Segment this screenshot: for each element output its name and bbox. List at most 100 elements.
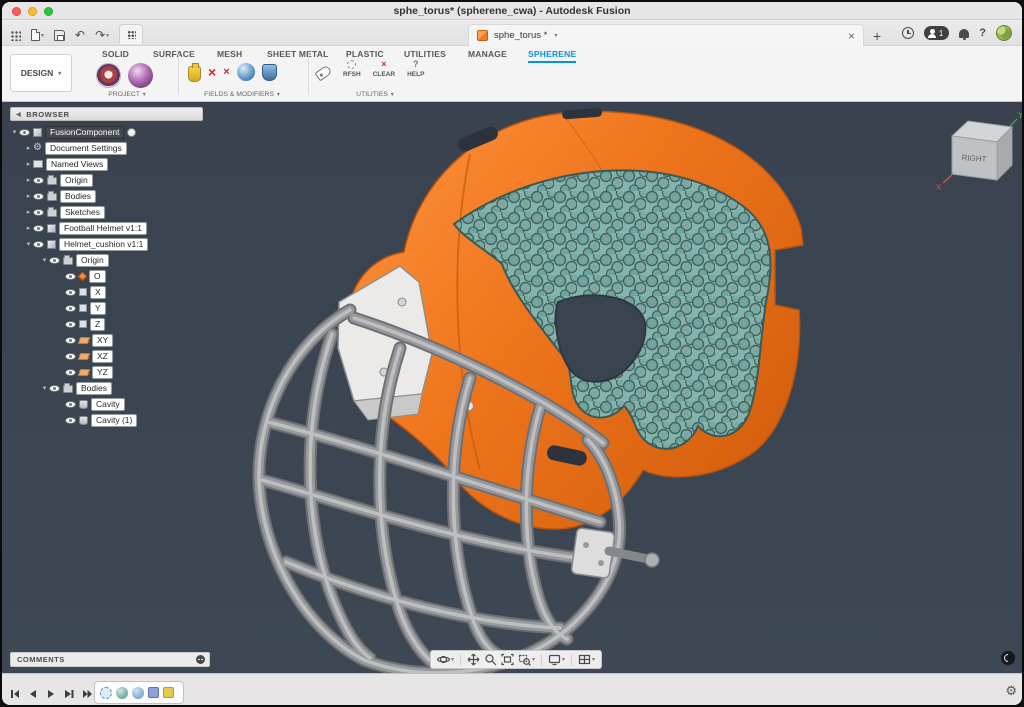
expand-icon[interactable]: ▾ bbox=[40, 256, 49, 264]
visibility-eye-icon[interactable] bbox=[65, 289, 76, 296]
visibility-eye-icon[interactable] bbox=[65, 337, 76, 344]
browser-item-label[interactable]: Y bbox=[90, 302, 106, 315]
step-forward-icon[interactable] bbox=[64, 686, 74, 704]
browser-item-label[interactable]: Bodies bbox=[76, 382, 112, 395]
orbit-icon[interactable]: ▾ bbox=[437, 653, 454, 666]
visibility-eye-icon[interactable] bbox=[49, 385, 60, 392]
document-tab[interactable]: sphe_torus * ▾ × bbox=[468, 24, 864, 46]
timeline-settings-gear-icon[interactable]: ⚙ bbox=[1005, 684, 1017, 698]
browser-item-origin-point[interactable]: O bbox=[6, 268, 148, 284]
zoom-window-icon[interactable]: ▾ bbox=[518, 653, 535, 666]
expand-icon[interactable]: ▸ bbox=[24, 208, 33, 216]
browser-item-label[interactable]: Z bbox=[90, 318, 105, 331]
collapse-browser-icon[interactable]: ◀ bbox=[16, 111, 21, 118]
visibility-eye-icon[interactable] bbox=[65, 353, 76, 360]
browser-item-label[interactable]: Named Views bbox=[46, 158, 108, 171]
play-icon[interactable] bbox=[46, 686, 56, 704]
expand-icon[interactable]: ▸ bbox=[24, 224, 33, 232]
visibility-eye-icon[interactable] bbox=[33, 177, 44, 184]
visibility-eye-icon[interactable] bbox=[65, 401, 76, 408]
pan-icon[interactable] bbox=[467, 653, 480, 666]
browser-item-label[interactable]: Cavity bbox=[91, 398, 125, 411]
data-panel-home-icon[interactable] bbox=[119, 24, 143, 44]
sphere-feature-icon[interactable] bbox=[132, 687, 144, 699]
browser-item-label[interactable]: Cavity (1) bbox=[91, 414, 137, 427]
field-flask-icon[interactable] bbox=[188, 66, 201, 82]
browser-item-label[interactable]: YZ bbox=[92, 366, 113, 379]
tab-surface[interactable]: SURFACE bbox=[153, 49, 195, 59]
display-settings-icon[interactable]: ▾ bbox=[548, 653, 565, 666]
visibility-eye-icon[interactable] bbox=[33, 225, 44, 232]
clear-field-icon[interactable]: × bbox=[208, 65, 216, 79]
user-avatar[interactable] bbox=[996, 25, 1012, 41]
form-feature-icon[interactable] bbox=[148, 687, 159, 698]
tab-plastic[interactable]: PLASTIC bbox=[346, 49, 384, 59]
skip-end-icon[interactable] bbox=[82, 686, 93, 704]
browser-panel-header[interactable]: ◀ BROWSER bbox=[10, 107, 203, 121]
new-tab-button[interactable]: + bbox=[873, 28, 881, 44]
visibility-eye-icon[interactable] bbox=[65, 321, 76, 328]
clear-modifier-icon[interactable]: × bbox=[223, 65, 229, 79]
browser-item-helmet-cushion[interactable]: ▾ Helmet_cushion v1:1 bbox=[6, 236, 148, 252]
expand-icon[interactable]: ▾ bbox=[10, 128, 19, 136]
fields-group-label[interactable]: FIELDS & MODIFIERS ▾ bbox=[180, 91, 304, 98]
timeline-track[interactable] bbox=[94, 681, 184, 704]
browser-item-plane-xz[interactable]: XZ bbox=[6, 348, 148, 364]
file-menu-button[interactable]: ▾ bbox=[31, 29, 44, 41]
expand-icon[interactable]: ▸ bbox=[24, 144, 33, 152]
browser-item-label[interactable]: Document Settings bbox=[45, 142, 127, 155]
comments-panel[interactable]: COMMENTS bbox=[10, 652, 210, 667]
browser-item-label[interactable]: XY bbox=[92, 334, 113, 347]
browser-item-label[interactable]: Football Helmet v1:1 bbox=[59, 222, 147, 235]
lattice-feature-icon[interactable] bbox=[100, 687, 112, 699]
autodesk-badge-icon[interactable] bbox=[1000, 650, 1016, 666]
fit-view-icon[interactable] bbox=[501, 653, 514, 666]
skip-start-icon[interactable] bbox=[10, 686, 20, 704]
browser-item-label[interactable]: Sketches bbox=[60, 206, 105, 219]
activate-component-radio[interactable] bbox=[127, 128, 136, 137]
generate-sphere-icon[interactable] bbox=[128, 63, 153, 88]
tag-icon[interactable] bbox=[314, 65, 332, 82]
browser-item-fusioncomponent[interactable]: ▾ FusionComponent bbox=[6, 124, 148, 140]
helmet-3d-model[interactable]: RIGHT Y X bbox=[2, 102, 1024, 673]
visibility-eye-icon[interactable] bbox=[65, 417, 76, 424]
browser-item-named-views[interactable]: ▸Named Views bbox=[6, 156, 148, 172]
utilities-group-label[interactable]: UTILITIES ▾ bbox=[332, 91, 418, 98]
save-icon[interactable] bbox=[54, 30, 65, 41]
browser-item-axis-y[interactable]: Y bbox=[6, 300, 148, 316]
tab-sheet-metal[interactable]: SHEET METAL bbox=[267, 49, 329, 59]
help-button[interactable]: ?HELP bbox=[407, 60, 424, 78]
tab-solid[interactable]: SOLID bbox=[102, 49, 129, 59]
browser-item-label[interactable]: XZ bbox=[92, 350, 113, 363]
browser-item-label[interactable]: Origin bbox=[60, 174, 93, 187]
visibility-eye-icon[interactable] bbox=[33, 241, 44, 248]
visibility-eye-icon[interactable] bbox=[65, 369, 76, 376]
visibility-eye-icon[interactable] bbox=[33, 209, 44, 216]
visibility-eye-icon[interactable] bbox=[65, 305, 76, 312]
undo-icon[interactable]: ↶ bbox=[75, 29, 85, 41]
visibility-eye-icon[interactable] bbox=[49, 257, 60, 264]
visibility-eye-icon[interactable] bbox=[19, 129, 30, 136]
browser-item-axis-x[interactable]: X bbox=[6, 284, 148, 300]
step-back-icon[interactable] bbox=[28, 686, 38, 704]
shield-modifier-icon[interactable] bbox=[262, 64, 277, 81]
browser-item-label[interactable]: Helmet_cushion v1:1 bbox=[59, 238, 148, 251]
zoom-icon[interactable] bbox=[484, 653, 497, 666]
user-badge[interactable]: 1 bbox=[924, 26, 949, 40]
browser-item-cavity[interactable]: Cavity bbox=[6, 396, 148, 412]
expand-icon[interactable]: ▾ bbox=[24, 240, 33, 248]
expand-icon[interactable]: ▾ bbox=[40, 384, 49, 392]
redo-button[interactable]: ↷▾ bbox=[95, 29, 109, 41]
apps-grid-icon[interactable] bbox=[10, 30, 21, 41]
refresh-button[interactable]: RFSH bbox=[343, 60, 361, 78]
browser-item-football-helmet[interactable]: ▸ Football Helmet v1:1 bbox=[6, 220, 148, 236]
chevron-down-icon[interactable]: ▾ bbox=[554, 32, 557, 39]
browser-item-label[interactable]: FusionComponent bbox=[45, 126, 124, 139]
tab-manage[interactable]: MANAGE bbox=[468, 49, 507, 59]
grid-viewports-icon[interactable]: ▾ bbox=[578, 653, 595, 666]
browser-item-label[interactable]: Origin bbox=[76, 254, 109, 267]
design-workspace-button[interactable]: DESIGN▾ bbox=[10, 54, 72, 92]
browser-item-label[interactable]: O bbox=[89, 270, 106, 283]
browser-item-axis-z[interactable]: Z bbox=[6, 316, 148, 332]
comment-bubble-icon[interactable] bbox=[196, 655, 205, 664]
